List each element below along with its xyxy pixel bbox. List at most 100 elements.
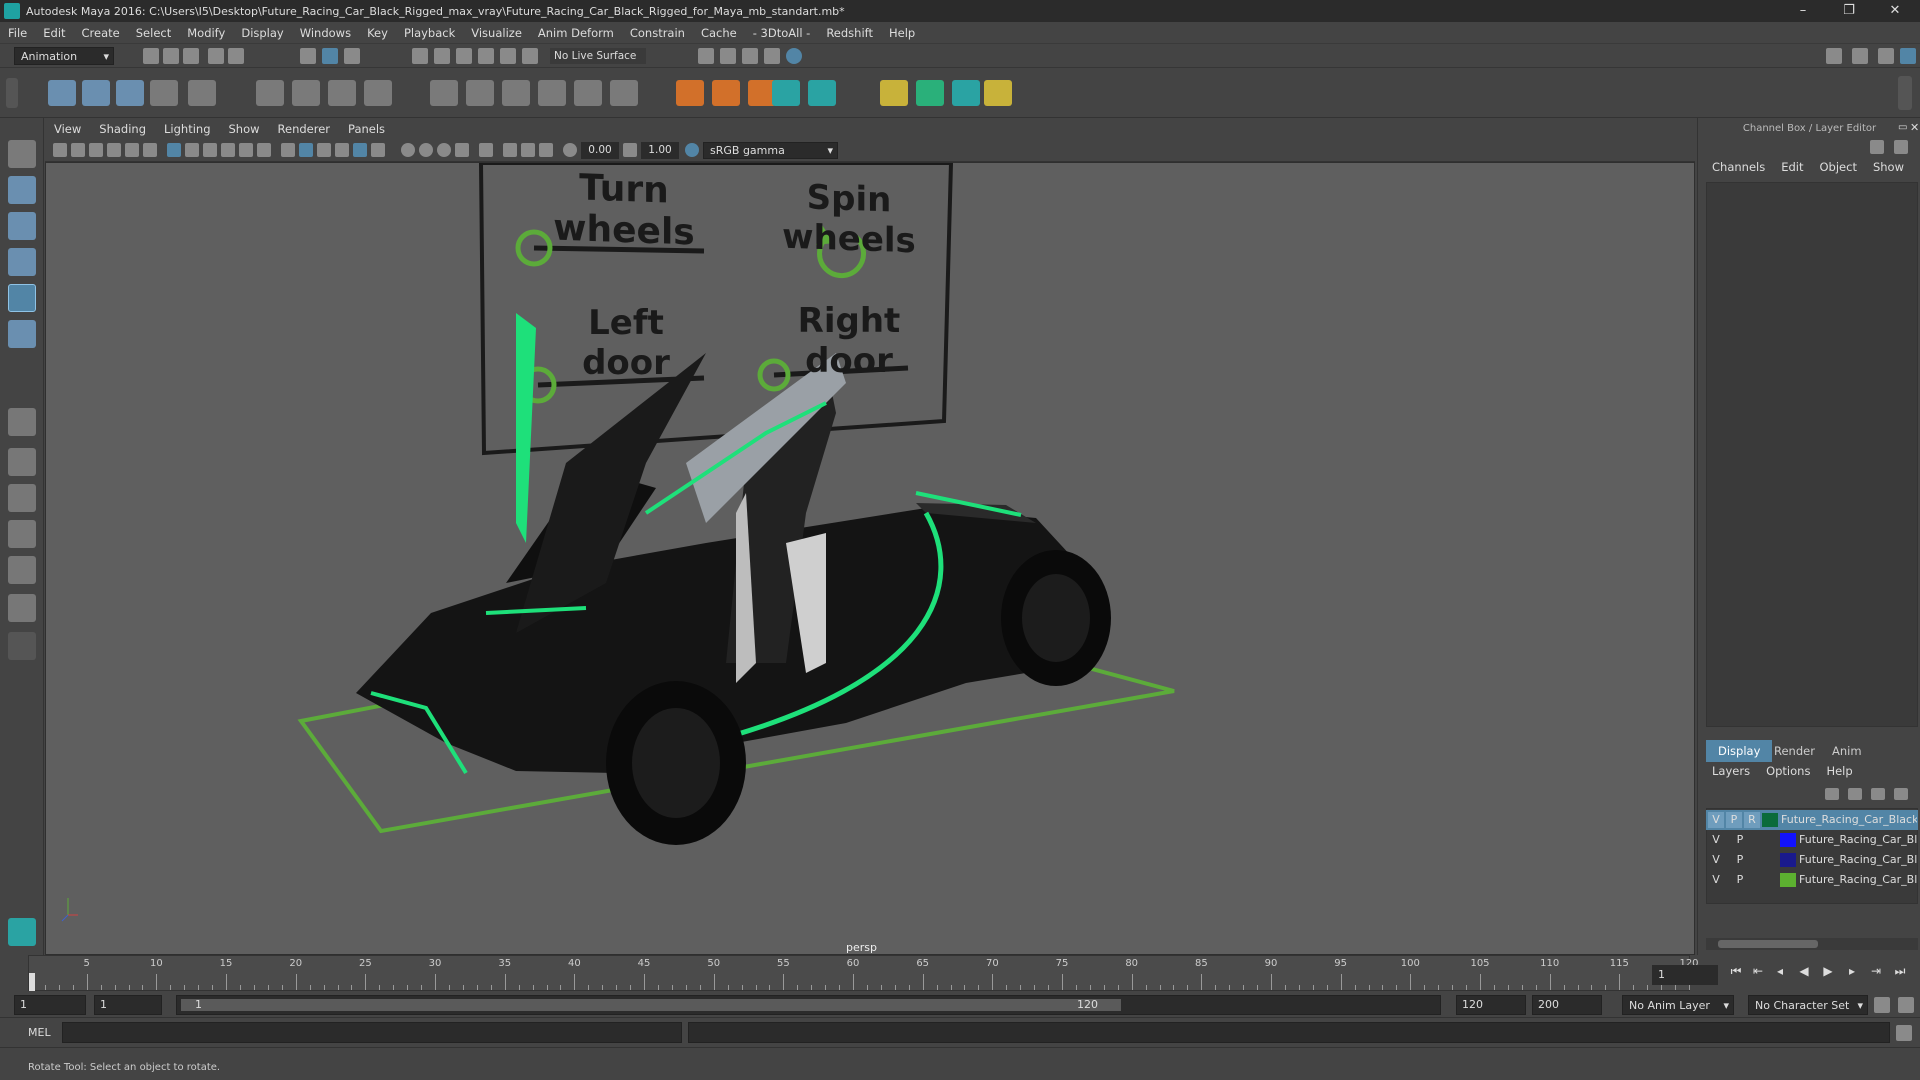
maya-logo-shelf-icon[interactable] xyxy=(952,80,980,106)
color-space-dropdown[interactable]: sRGB gamma ▾ xyxy=(703,142,838,159)
current-time-marker[interactable] xyxy=(29,973,35,991)
attribute-editor-icon[interactable] xyxy=(1852,48,1868,64)
paint-effects-icon[interactable] xyxy=(880,80,908,106)
menu-edit[interactable]: Edit xyxy=(35,26,73,40)
layer-playback-toggle[interactable]: P xyxy=(1732,872,1748,888)
aim-constraint-icon[interactable] xyxy=(466,80,494,106)
select-hierarchy-icon[interactable] xyxy=(300,48,316,64)
textured-icon[interactable] xyxy=(353,143,367,157)
2d-pan-zoom-icon[interactable] xyxy=(125,143,139,157)
move-layer-down-icon[interactable] xyxy=(1848,788,1862,800)
lights-icon[interactable] xyxy=(371,143,385,157)
four-view-layout-icon[interactable] xyxy=(8,448,36,476)
menu-3dtoall[interactable]: - 3DtoAll - xyxy=(745,26,819,40)
layer-visibility-toggle[interactable]: V xyxy=(1708,852,1724,868)
maya-script-icon-2[interactable] xyxy=(808,80,836,106)
channels-menu[interactable]: Channels xyxy=(1704,160,1773,174)
locator-icon[interactable] xyxy=(676,80,704,106)
viewport-menu-renderer[interactable]: Renderer xyxy=(269,122,340,136)
menu-redshift[interactable]: Redshift xyxy=(818,26,881,40)
float-panel-icon[interactable]: ▭ xyxy=(1898,122,1908,134)
set-key-icon[interactable] xyxy=(712,80,740,106)
minimize-button[interactable]: – xyxy=(1780,0,1826,22)
layer-visibility-toggle[interactable]: V xyxy=(1708,832,1724,848)
tab-render[interactable]: Render xyxy=(1762,740,1827,762)
rotate-tool-icon[interactable] xyxy=(8,284,36,312)
menu-modify[interactable]: Modify xyxy=(179,26,233,40)
tool-settings-icon[interactable] xyxy=(1878,48,1894,64)
layer-color-swatch[interactable] xyxy=(1780,873,1796,887)
persp-graph-layout-icon[interactable] xyxy=(8,556,36,584)
viewport-menu-panels[interactable]: Panels xyxy=(339,122,394,136)
render-view-icon[interactable] xyxy=(764,48,780,64)
color-management-icon[interactable] xyxy=(685,143,699,157)
layer-playback-toggle[interactable]: P xyxy=(1732,832,1748,848)
save-scene-icon[interactable] xyxy=(183,48,199,64)
grid-toggle-icon[interactable] xyxy=(167,143,181,157)
snap-center-icon[interactable] xyxy=(522,48,538,64)
render-settings-icon[interactable] xyxy=(698,48,714,64)
viewport-menu-lighting[interactable]: Lighting xyxy=(155,122,219,136)
shadows-icon[interactable] xyxy=(401,143,415,157)
move-tool-icon[interactable] xyxy=(8,248,36,276)
shelf-menu-icon[interactable] xyxy=(6,78,18,108)
select-tool-icon[interactable] xyxy=(8,140,36,168)
menu-help[interactable]: Help xyxy=(881,26,923,40)
menu-create[interactable]: Create xyxy=(74,26,128,40)
gate-mask-icon[interactable] xyxy=(221,143,235,157)
orient-constraint-icon[interactable] xyxy=(502,80,530,106)
move-layer-up-icon[interactable] xyxy=(1825,788,1839,800)
layer-display-type-toggle[interactable]: R xyxy=(1744,812,1760,828)
bind-skin-icon[interactable] xyxy=(150,80,178,106)
viewport-menu-shading[interactable]: Shading xyxy=(90,122,155,136)
range-slider-handle[interactable] xyxy=(181,999,1121,1011)
anti-aliasing-icon[interactable] xyxy=(455,143,469,157)
channel-box-prefs-icon[interactable] xyxy=(1870,140,1884,154)
field-chart-icon[interactable] xyxy=(239,143,253,157)
cb-show-menu[interactable]: Show xyxy=(1865,160,1912,174)
channel-box-area[interactable] xyxy=(1706,182,1918,727)
modeling-toolkit-icon[interactable] xyxy=(1826,48,1842,64)
lasso-tool-icon[interactable] xyxy=(8,176,36,204)
ambient-occlusion-icon[interactable] xyxy=(419,143,433,157)
layer-name[interactable]: Future_Racing_Car_Bla xyxy=(1799,833,1917,846)
isolate-select-icon[interactable] xyxy=(479,143,493,157)
layer-color-swatch[interactable] xyxy=(1780,853,1796,867)
v-shape-icon[interactable] xyxy=(984,80,1012,106)
channel-box-settings-icon[interactable] xyxy=(1894,140,1908,154)
cb-object-menu[interactable]: Object xyxy=(1812,160,1865,174)
menu-key[interactable]: Key xyxy=(359,26,396,40)
snap-curve-icon[interactable] xyxy=(434,48,450,64)
select-component-icon[interactable] xyxy=(344,48,360,64)
character-set-dropdown[interactable]: No Character Set ▾ xyxy=(1748,995,1868,1015)
camera-select-icon[interactable] xyxy=(53,143,67,157)
ipr-render-icon[interactable] xyxy=(742,48,758,64)
layer-help-menu[interactable]: Help xyxy=(1818,764,1860,778)
image-plane-icon[interactable] xyxy=(107,143,121,157)
auto-key-icon[interactable] xyxy=(1874,997,1890,1013)
wireframe-icon[interactable] xyxy=(281,143,295,157)
open-scene-icon[interactable] xyxy=(163,48,179,64)
layer-color-swatch[interactable] xyxy=(1762,813,1778,827)
camera-attributes-icon[interactable] xyxy=(71,143,85,157)
animation-end-field[interactable]: 200 xyxy=(1532,995,1602,1015)
parent-constraint-icon[interactable] xyxy=(574,80,602,106)
xray-components-icon[interactable] xyxy=(539,143,553,157)
side-by-side-layout-icon[interactable] xyxy=(8,484,36,512)
menu-display[interactable]: Display xyxy=(233,26,291,40)
menu-cache[interactable]: Cache xyxy=(693,26,745,40)
time-ruler[interactable]: 1510152025303540455055606570758085909510… xyxy=(28,955,1699,991)
layout-options-icon[interactable] xyxy=(8,632,36,660)
motion-blur-icon[interactable] xyxy=(437,143,451,157)
play-backwards-icon[interactable]: ◀ xyxy=(1796,963,1812,979)
layer-playback-toggle[interactable]: P xyxy=(1732,852,1748,868)
go-to-end-icon[interactable]: ⏭ xyxy=(1892,963,1908,979)
smooth-skin-icon[interactable] xyxy=(916,80,944,106)
new-layer-selected-icon[interactable] xyxy=(1894,788,1908,800)
menu-select[interactable]: Select xyxy=(128,26,179,40)
snap-plane-icon[interactable] xyxy=(478,48,494,64)
layer-row[interactable]: V P Future_Racing_Car_Bla xyxy=(1706,870,1918,890)
current-frame-field[interactable]: 1 xyxy=(1652,965,1718,985)
perspective-viewport[interactable]: Turn wheels Spin wheels Left door Right … xyxy=(45,162,1695,955)
close-button[interactable]: ✕ xyxy=(1872,0,1918,22)
